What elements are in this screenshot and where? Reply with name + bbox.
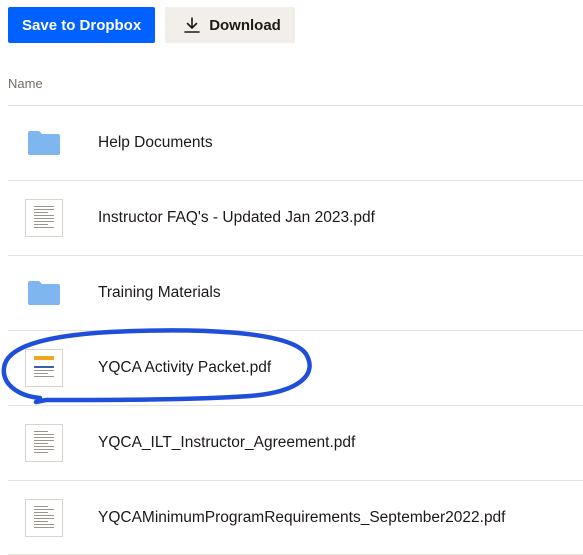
pdf-thumb <box>24 199 64 237</box>
file-name: YQCA_ILT_Instructor_Agreement.pdf <box>98 434 356 451</box>
file-list: Help Documents Instructor FAQ's - Update… <box>8 105 583 555</box>
column-header-name[interactable]: Name <box>8 76 43 91</box>
folder-thumb <box>24 130 64 156</box>
download-icon <box>184 17 200 33</box>
pdf-thumbnail-icon <box>25 498 63 537</box>
file-row-training-materials[interactable]: Training Materials <box>8 255 583 330</box>
folder-icon <box>28 131 60 155</box>
pdf-thumbnail-icon <box>25 199 63 237</box>
download-label: Download <box>209 16 281 34</box>
pdf-thumbnail-icon <box>25 349 63 387</box>
folder-icon <box>28 281 60 305</box>
folder-thumb <box>24 280 64 306</box>
file-name: Help Documents <box>98 134 213 151</box>
file-name: YQCA Activity Packet.pdf <box>98 359 272 376</box>
file-name: Instructor FAQ's - Updated Jan 2023.pdf <box>98 209 375 226</box>
pdf-thumbnail-icon <box>25 424 63 462</box>
file-row-ilt-instructor-agreement[interactable]: YQCA_ILT_Instructor_Agreement.pdf <box>8 405 583 480</box>
pdf-thumb <box>24 424 64 462</box>
file-name: YQCAMinimumProgramRequirements_September… <box>98 508 506 526</box>
file-row-yqca-activity-packet[interactable]: YQCA Activity Packet.pdf <box>8 330 583 405</box>
file-row-help-documents[interactable]: Help Documents <box>8 105 583 180</box>
toolbar: Save to Dropbox Download <box>8 7 295 43</box>
pdf-thumb <box>24 349 64 387</box>
file-name: Training Materials <box>98 284 221 301</box>
file-row-instructor-faq[interactable]: Instructor FAQ's - Updated Jan 2023.pdf <box>8 180 583 255</box>
pdf-thumb <box>24 498 64 537</box>
save-to-dropbox-button[interactable]: Save to Dropbox <box>8 7 156 43</box>
download-button[interactable]: Download <box>165 7 295 43</box>
file-row-minimum-program-requirements[interactable]: YQCAMinimumProgramRequirements_September… <box>8 480 583 555</box>
